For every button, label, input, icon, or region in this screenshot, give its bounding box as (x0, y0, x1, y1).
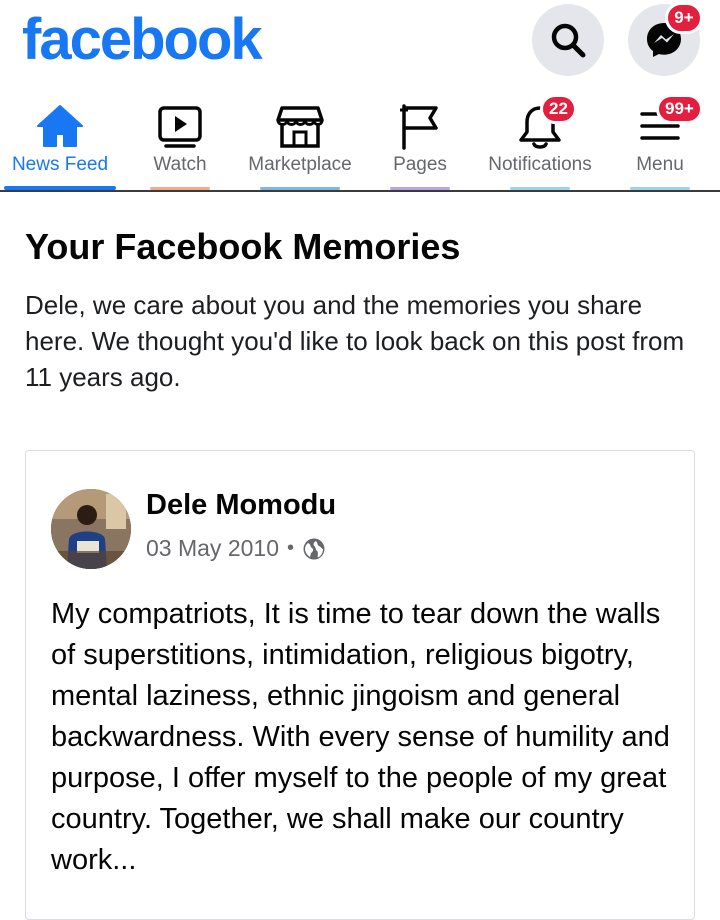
home-icon (37, 105, 83, 147)
watch-icon (158, 106, 202, 148)
tab-label: Pages (393, 154, 447, 175)
tab-watch[interactable]: Watch (120, 90, 240, 190)
menu-badge: 99+ (656, 94, 703, 124)
facebook-logo[interactable]: facebook (22, 6, 263, 73)
memories-title: Your Facebook Memories (25, 226, 461, 267)
post-author[interactable]: Dele Momodu (146, 489, 336, 522)
tab-label: Watch (153, 154, 207, 175)
avatar[interactable] (51, 489, 131, 569)
messenger-badge: 9+ (665, 2, 703, 34)
tab-label: Notifications (488, 154, 592, 175)
marketplace-icon (276, 106, 324, 148)
post-text: My compatriots, It is time to tear down … (51, 598, 670, 876)
tab-menu[interactable]: 99+ Menu (600, 90, 720, 190)
globe-icon[interactable] (302, 537, 326, 561)
main-tabs: News Feed Watch Marketplace Pages 22 Not… (0, 90, 720, 192)
tab-pages[interactable]: Pages (360, 90, 480, 190)
memories-description: Dele, we care about you and the memories… (25, 290, 685, 392)
tabs-divider (0, 190, 720, 192)
tab-notifications[interactable]: 22 Notifications (480, 90, 600, 190)
tab-marketplace[interactable]: Marketplace (240, 90, 360, 190)
tab-news-feed[interactable]: News Feed (0, 90, 120, 190)
post-date[interactable]: 03 May 2010 (146, 535, 279, 562)
tab-label: News Feed (11, 154, 109, 175)
tab-label: Marketplace (248, 154, 352, 175)
memory-post-card[interactable]: Dele Momodu 03 May 2010 • My compatriots… (25, 450, 695, 920)
notifications-badge: 22 (540, 94, 577, 124)
top-bar: facebook 9+ (0, 0, 720, 90)
meta-separator: • (286, 537, 294, 559)
avatar-image (51, 489, 131, 569)
search-button[interactable] (532, 4, 604, 76)
post-meta: 03 May 2010 • (146, 535, 326, 562)
search-icon (551, 23, 586, 58)
tab-label: Menu (636, 154, 684, 175)
flag-icon (400, 104, 438, 150)
